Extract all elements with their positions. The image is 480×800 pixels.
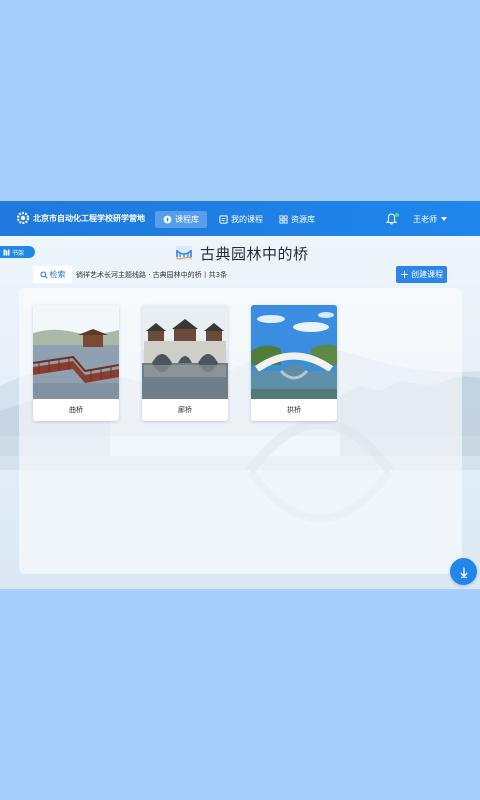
app-window: 北京市自动化工程学校研学营地 课程库 我的课程 资源库 王老师 书架 古典园林中… — [0, 201, 480, 589]
nav-tab-label: 课程库 — [175, 215, 199, 224]
course-card-covered-bridge[interactable]: 廊桥 — [142, 305, 228, 421]
notification-dot — [395, 213, 399, 217]
create-course-label: 创建课程 — [411, 270, 444, 279]
breadcrumb: 徜徉艺术长河主题线路 · 古典园林中的桥丨共3条 — [76, 271, 228, 279]
create-course-button[interactable]: + 创建课程 — [396, 266, 447, 283]
bookshelf-button[interactable]: 书架 — [0, 246, 35, 258]
search-button[interactable]: 检索 — [33, 266, 72, 283]
top-navigation-bar: 北京市自动化工程学校研学营地 课程库 我的课程 资源库 王老师 — [0, 201, 480, 236]
course-card-title: 曲桥 — [69, 406, 83, 414]
grid-icon — [279, 215, 288, 224]
zigzag-bridge-photo — [33, 305, 119, 399]
school-name: 北京市自动化工程学校研学营地 — [33, 214, 145, 223]
gear-logo-icon — [16, 211, 30, 225]
plus-icon: + — [399, 268, 410, 281]
scroll-down-button[interactable] — [450, 558, 477, 585]
course-card-arch-bridge[interactable]: 拱桥 — [251, 305, 337, 421]
search-icon — [40, 271, 48, 279]
bookshelf-icon — [3, 249, 10, 255]
course-card-title: 拱桥 — [287, 406, 301, 414]
course-card-zigzag-bridge[interactable]: 曲桥 — [33, 305, 119, 421]
search-label: 检索 — [49, 270, 66, 279]
course-card-title: 廊桥 — [178, 406, 192, 414]
nav-tab-label: 我的课程 — [231, 215, 263, 224]
nav-tab-resource-library[interactable]: 资源库 — [271, 211, 323, 228]
page-title: 古典园林中的桥 — [200, 244, 309, 263]
page-title-area: 古典园林中的桥 — [175, 242, 309, 264]
nav-tab-course-library[interactable]: 课程库 — [155, 211, 207, 228]
compass-icon — [163, 215, 172, 224]
nav-tab-my-courses[interactable]: 我的课程 — [211, 211, 271, 228]
nav-tab-label: 资源库 — [291, 215, 315, 224]
arch-bridge-photo — [251, 305, 337, 399]
bookshelf-label: 书架 — [12, 249, 25, 257]
arrow-down-icon — [459, 567, 468, 578]
book-icon — [219, 215, 228, 224]
bridge-icon — [175, 246, 193, 260]
covered-bridge-photo — [142, 305, 228, 399]
chevron-down-icon[interactable] — [441, 217, 447, 221]
user-name[interactable]: 王老师 — [413, 214, 437, 225]
